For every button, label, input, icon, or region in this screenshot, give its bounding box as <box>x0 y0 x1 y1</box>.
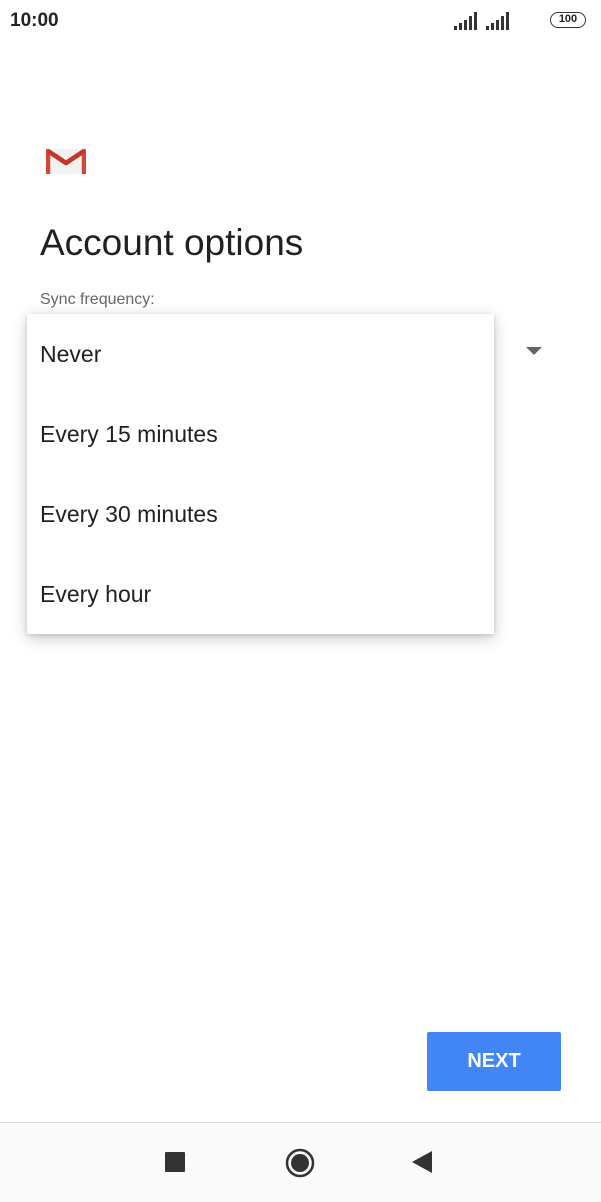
menu-item-every-hour[interactable]: Every hour <box>27 554 494 634</box>
sync-frequency-menu: Never Every 15 minutes Every 30 minutes … <box>27 314 494 634</box>
next-button[interactable]: NEXT <box>427 1032 561 1091</box>
gmail-logo-icon <box>46 148 86 174</box>
menu-item-every-30-minutes[interactable]: Every 30 minutes <box>27 474 494 554</box>
page-title: Account options <box>40 222 304 263</box>
battery-level: 100 <box>558 13 578 25</box>
menu-item-every-15-minutes[interactable]: Every 15 minutes <box>27 394 494 474</box>
battery-icon: 100 <box>550 12 586 28</box>
recents-icon[interactable] <box>165 1152 185 1172</box>
dropdown-arrow-icon[interactable] <box>526 347 542 355</box>
nav-bar <box>0 1122 601 1202</box>
back-icon[interactable] <box>412 1151 432 1173</box>
sync-frequency-label: Sync frequency: <box>40 291 155 308</box>
menu-item-never[interactable]: Never <box>27 314 494 394</box>
screen: 10:00 100 Account options Sync frequency… <box>0 0 601 1202</box>
status-bar: 10:00 100 <box>0 0 601 44</box>
signal-icon <box>486 12 509 30</box>
status-time: 10:00 <box>10 10 59 31</box>
home-icon[interactable] <box>285 1148 315 1178</box>
signal-icon <box>454 12 477 30</box>
